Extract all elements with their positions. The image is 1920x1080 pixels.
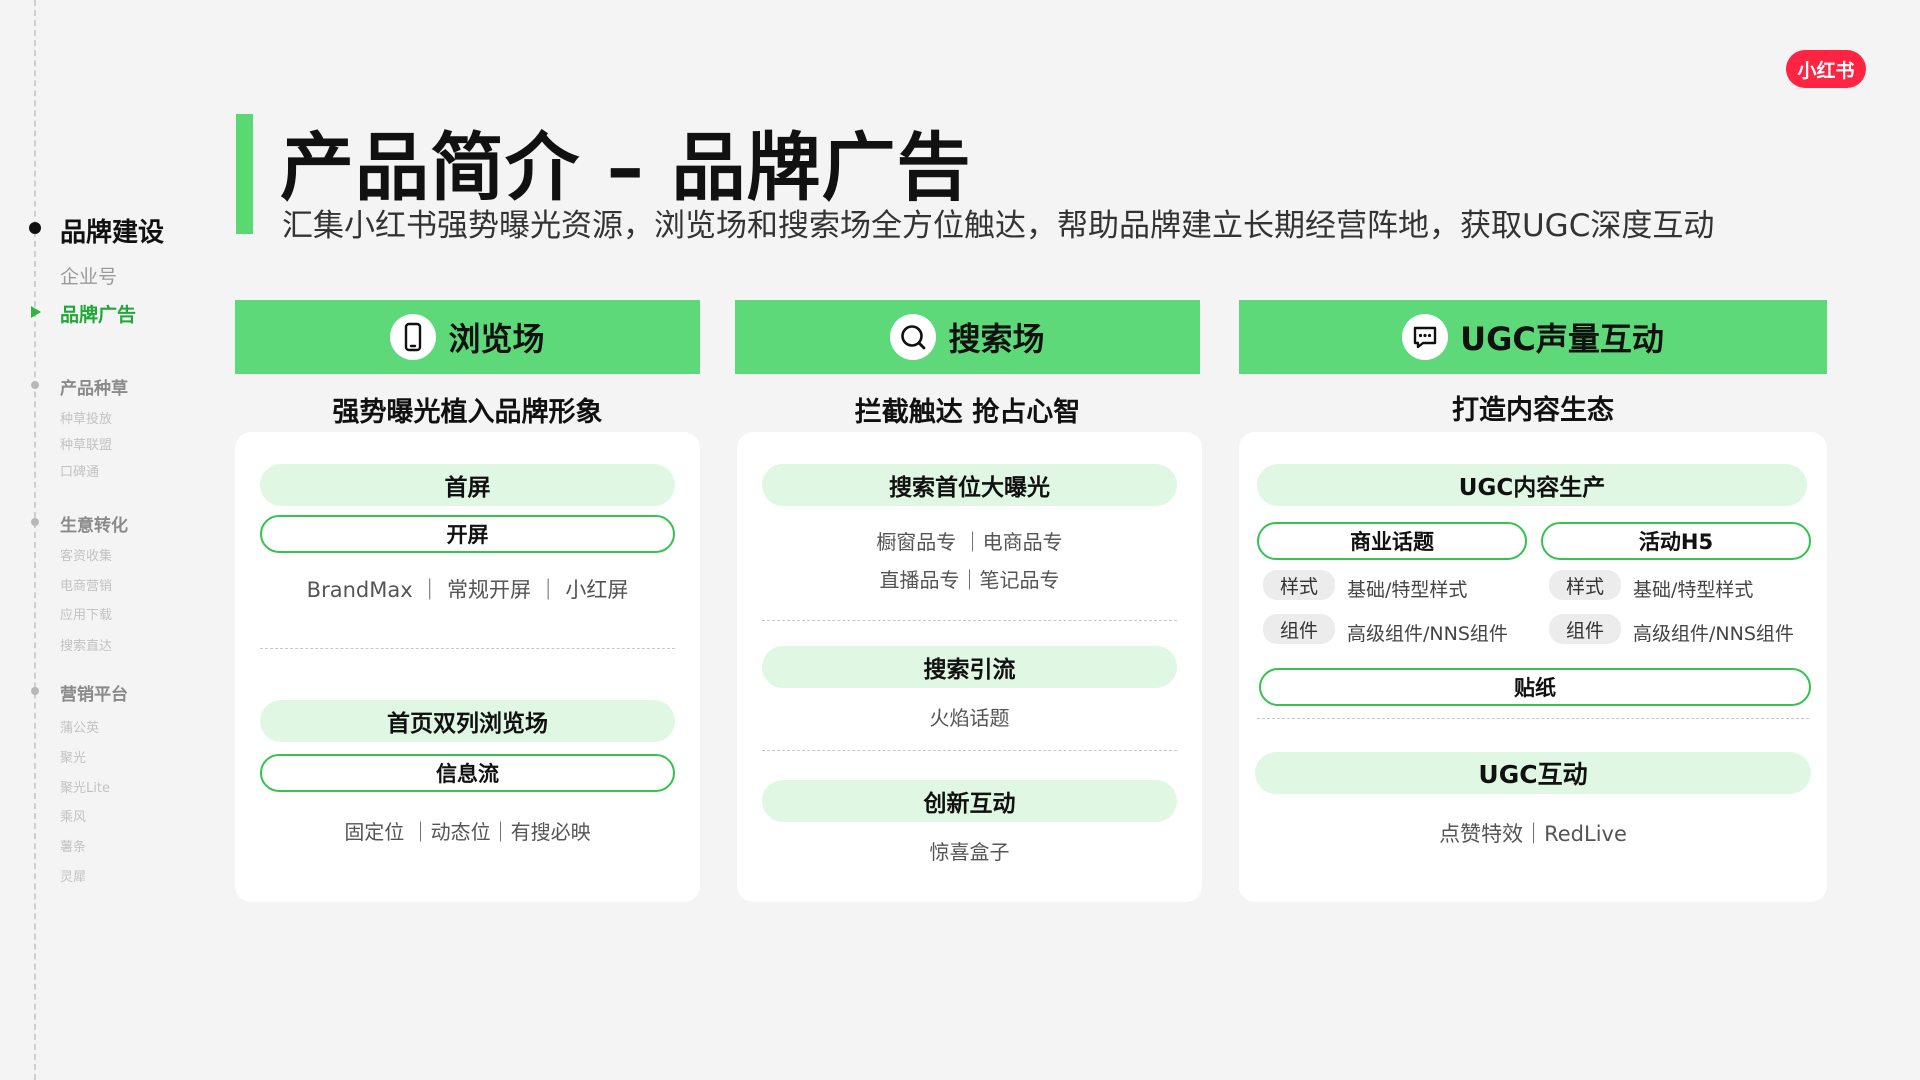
style-value: 基础/特型样式: [1633, 579, 1754, 601]
pill-business-topic: 商业话题: [1257, 522, 1527, 560]
pill-sticker: 贴纸: [1259, 668, 1811, 706]
group-dot: [31, 687, 39, 695]
search-brand-zone-line2: 直播品专｜笔记品专: [879, 568, 1060, 592]
nav-sub-item[interactable]: 口碑通: [60, 461, 99, 480]
nav-sub-item[interactable]: 搜索直达: [60, 635, 112, 654]
column-title: 搜索场: [948, 320, 1045, 358]
column-subtitle: 打造内容生态: [1452, 395, 1614, 426]
divider: [762, 750, 1177, 751]
group-dot: [31, 381, 39, 389]
column-subtitle: 拦截触达 抢占心智: [854, 397, 1081, 428]
group-dot: [31, 518, 39, 526]
pill-activity-h5: 活动H5: [1541, 522, 1811, 560]
nav-group-marketing-platform[interactable]: 营销平台: [60, 680, 128, 705]
component-value: 高级组件/NNS组件: [1347, 623, 1508, 645]
sidebar-nav: 品牌建设 企业号 品牌广告 产品种草 种草投放 种草联盟 口碑通 生意转化 客资…: [0, 0, 200, 1080]
nav-sub-item[interactable]: 电商营销: [60, 575, 112, 594]
title-accent-bar: [236, 114, 253, 234]
card-ugc: UGC内容生产 商业话题 活动H5 样式 基础/特型样式 样式 基础/特型样式 …: [1239, 432, 1827, 902]
phone-icon: [390, 314, 437, 360]
nav-item-brand-ads[interactable]: 品牌广告: [60, 300, 136, 327]
nav-sub-item[interactable]: 蒲公英: [60, 717, 99, 736]
pill-splash: 开屏: [260, 515, 675, 553]
pill-infofeed: 信息流: [260, 754, 675, 792]
column-title: 浏览场: [448, 320, 545, 358]
page-title: 产品简介 – 品牌广告: [280, 125, 972, 211]
divider: [1257, 718, 1809, 719]
column-header-ugc: UGC声量互动: [1239, 300, 1827, 374]
nav-item-enterprise-account[interactable]: 企业号: [60, 262, 117, 289]
tag-component: 组件: [1263, 614, 1335, 644]
nav-group-business-conversion[interactable]: 生意转化: [60, 511, 128, 536]
pill-search-traffic: 搜索引流: [762, 646, 1177, 688]
active-item-arrow: [31, 306, 41, 318]
card-browse: 首屏 开屏 BrandMax ｜ 常规开屏 ｜ 小红屏 首页双列浏览场 信息流 …: [235, 432, 700, 902]
active-section-dot: [29, 222, 41, 234]
nav-sub-item[interactable]: 聚光Lite: [60, 777, 110, 796]
column-browse: 浏览场 强势曝光植入品牌形象: [235, 300, 700, 430]
brand-logo: 小红书: [1786, 50, 1866, 88]
divider: [260, 648, 675, 649]
nav-sub-item[interactable]: 乘风: [60, 806, 86, 825]
tag-component: 组件: [1549, 614, 1621, 644]
page-subtitle: 汇集小红书强势曝光资源，浏览场和搜索场全方位触达，帮助品牌建立长期经营阵地，获取…: [282, 208, 1715, 244]
column-title: UGC声量互动: [1460, 320, 1664, 358]
pill-ugc-interaction: UGC互动: [1255, 752, 1811, 794]
style-value: 基础/特型样式: [1347, 579, 1468, 601]
column-ugc: UGC声量互动 打造内容生态: [1239, 300, 1827, 428]
pill-homescreen: 首屏: [260, 464, 675, 506]
nav-sub-item[interactable]: 客资收集: [60, 545, 112, 564]
card-search: 搜索首位大曝光 橱窗品专 ｜电商品专 直播品专｜笔记品专 搜索引流 火焰话题 创…: [737, 432, 1202, 902]
pill-innovative-interaction: 创新互动: [762, 780, 1177, 822]
tag-style: 样式: [1549, 570, 1621, 600]
comment-icon: [1402, 314, 1449, 360]
search-brand-zone-line1: 橱窗品专 ｜电商品专: [876, 530, 1063, 554]
pill-home-feed: 首页双列浏览场: [260, 700, 675, 742]
flame-topic: 火焰话题: [929, 706, 1010, 730]
nav-sub-item[interactable]: 薯条: [60, 836, 86, 855]
column-subtitle: 强势曝光植入品牌形象: [332, 397, 603, 428]
pill-search-top: 搜索首位大曝光: [762, 464, 1177, 506]
tag-style: 样式: [1263, 570, 1335, 600]
pill-ugc-production: UGC内容生产: [1257, 464, 1807, 506]
nav-sub-item[interactable]: 种草投放: [60, 408, 112, 427]
nav-sub-item[interactable]: 灵犀: [60, 866, 86, 885]
nav-section-brand-building[interactable]: 品牌建设: [60, 212, 164, 249]
column-search: 搜索场 拦截触达 抢占心智: [735, 300, 1200, 430]
surprise-box: 惊喜盒子: [929, 840, 1010, 864]
splash-formats: BrandMax ｜ 常规开屏 ｜ 小红屏: [306, 578, 629, 602]
nav-sub-item[interactable]: 应用下载: [60, 604, 112, 623]
nav-group-product-seeding[interactable]: 产品种草: [60, 374, 128, 399]
component-value: 高级组件/NNS组件: [1633, 623, 1794, 645]
column-header-browse: 浏览场: [235, 300, 700, 374]
nav-sub-item[interactable]: 种草联盟: [60, 434, 112, 453]
search-icon: [890, 314, 937, 360]
divider: [762, 620, 1177, 621]
like-effects: 点赞特效｜RedLive: [1439, 822, 1627, 846]
nav-sub-item[interactable]: 聚光: [60, 747, 86, 766]
column-header-search: 搜索场: [735, 300, 1200, 374]
infofeed-formats: 固定位 ｜动态位｜有搜必映: [344, 820, 591, 844]
